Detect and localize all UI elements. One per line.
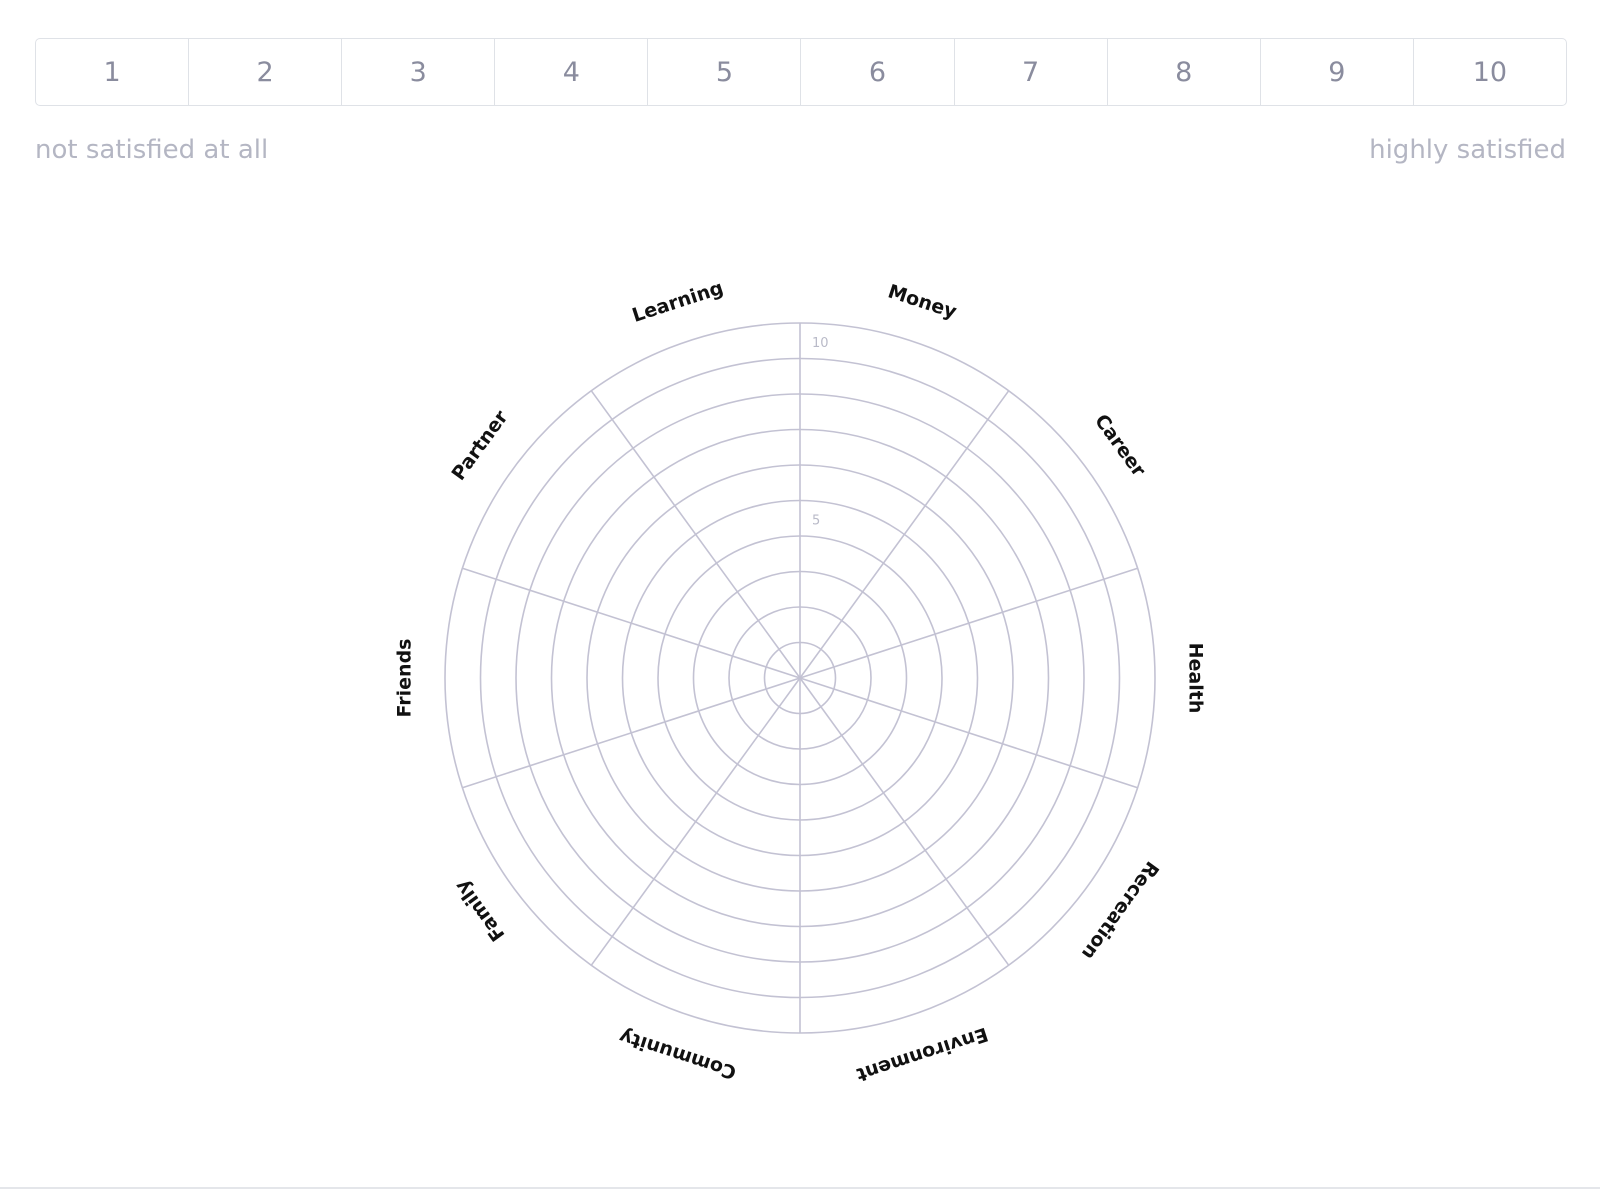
wheel-scale-label-10: 10 bbox=[812, 336, 829, 351]
life-wheel: 510 MoneyCareerHealthRecreationEnvironme… bbox=[394, 277, 1207, 1086]
wheel-scale-label-5: 5 bbox=[812, 514, 820, 529]
wheel-label-partner: Partner bbox=[447, 406, 512, 485]
wheel-label-environment: Environment bbox=[854, 1023, 991, 1086]
wheel-label-friends: Friends bbox=[394, 639, 416, 718]
bottom-divider bbox=[0, 1187, 1600, 1189]
wheel-label-learning: Learning bbox=[630, 277, 727, 327]
wheel-label-community: Community bbox=[616, 1025, 739, 1084]
wheel-label-money: Money bbox=[885, 280, 960, 323]
wheel-label-health: Health bbox=[1185, 643, 1207, 714]
wheel-label-career: Career bbox=[1090, 410, 1150, 481]
wheel-label-family: Family bbox=[450, 875, 509, 945]
